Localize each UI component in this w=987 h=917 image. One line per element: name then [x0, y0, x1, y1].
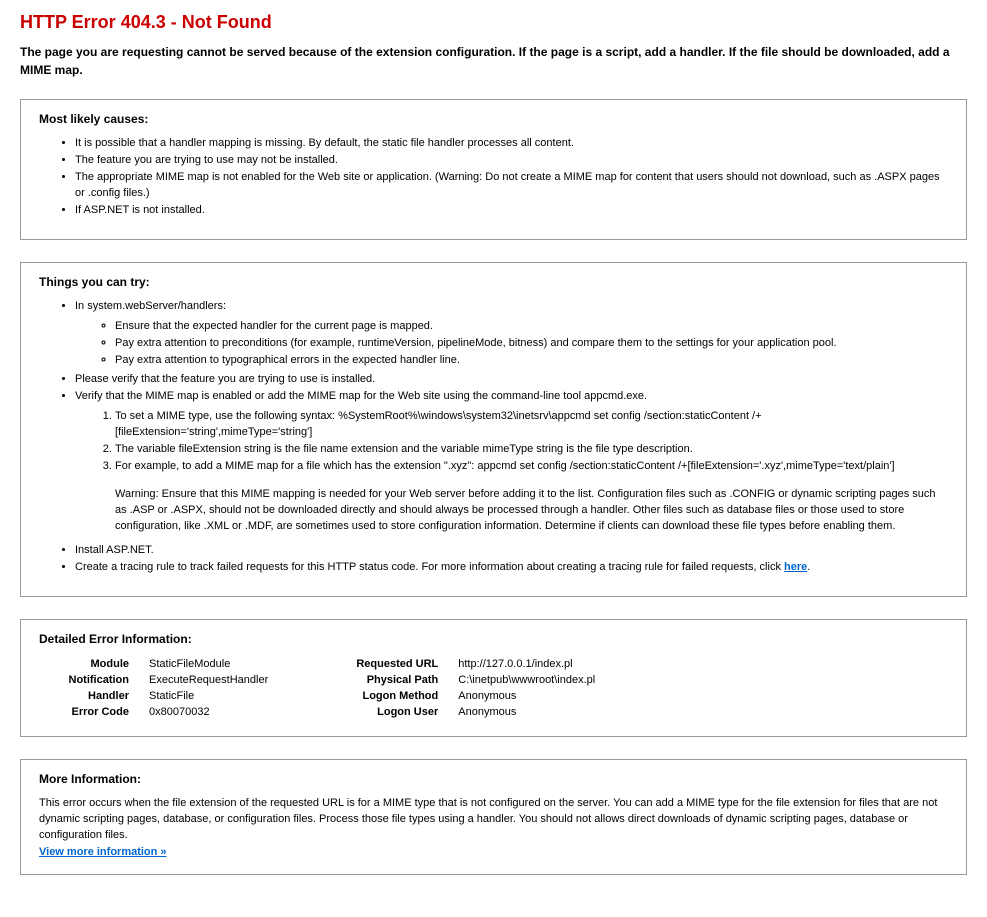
more-info-box: More Information: This error occurs when…: [20, 759, 967, 875]
detail-row: Module StaticFileModule: [39, 656, 268, 672]
try-subitem: Ensure that the expected handler for the…: [115, 319, 948, 335]
cause-item: If ASP.NET is not installed.: [75, 203, 948, 219]
details-left-column: Module StaticFileModule Notification Exe…: [39, 656, 268, 720]
detail-value: StaticFile: [149, 688, 268, 704]
try-ol-item: For example, to add a MIME map for a fil…: [115, 459, 948, 475]
tracing-link[interactable]: here: [784, 561, 807, 573]
detail-label: Module: [39, 656, 149, 672]
error-subtitle: The page you are requesting cannot be se…: [20, 43, 967, 79]
detail-value: http://127.0.0.1/index.pl: [458, 656, 595, 672]
details-right-column: Requested URL http://127.0.0.1/index.pl …: [308, 656, 595, 720]
detail-row: Logon User Anonymous: [308, 704, 595, 720]
try-ol-item: To set a MIME type, use the following sy…: [115, 409, 948, 441]
detail-row: Error Code 0x80070032: [39, 704, 268, 720]
detail-label: Physical Path: [308, 672, 458, 688]
detail-value: StaticFileModule: [149, 656, 268, 672]
causes-box: Most likely causes: It is possible that …: [20, 99, 967, 240]
details-box: Detailed Error Information: Module Stati…: [20, 619, 967, 737]
detail-row: Notification ExecuteRequestHandler: [39, 672, 268, 688]
detail-label: Logon User: [308, 704, 458, 720]
try-ol-item: The variable fileExtension string is the…: [115, 442, 948, 458]
more-info-link[interactable]: View more information »: [39, 846, 167, 858]
try-warning: Warning: Ensure that this MIME mapping i…: [115, 487, 948, 535]
detail-row: Physical Path C:\inetpub\wwwroot\index.p…: [308, 672, 595, 688]
detail-value: 0x80070032: [149, 704, 268, 720]
detail-row: Requested URL http://127.0.0.1/index.pl: [308, 656, 595, 672]
cause-item: It is possible that a handler mapping is…: [75, 136, 948, 152]
detail-label: Error Code: [39, 704, 149, 720]
try-item-text: Verify that the MIME map is enabled or a…: [75, 390, 647, 402]
detail-label: Notification: [39, 672, 149, 688]
cause-item: The feature you are trying to use may no…: [75, 153, 948, 169]
more-info-text: This error occurs when the file extensio…: [39, 796, 948, 844]
detail-row: Logon Method Anonymous: [308, 688, 595, 704]
details-heading: Detailed Error Information:: [39, 632, 948, 646]
try-item-text: In system.webServer/handlers:: [75, 300, 226, 312]
try-item: Please verify that the feature you are t…: [75, 372, 948, 388]
try-item: In system.webServer/handlers: Ensure tha…: [75, 299, 948, 369]
detail-label: Logon Method: [308, 688, 458, 704]
cause-item: The appropriate MIME map is not enabled …: [75, 170, 948, 202]
try-item: Verify that the MIME map is enabled or a…: [75, 389, 948, 535]
try-box: Things you can try: In system.webServer/…: [20, 262, 967, 597]
tracing-text: Create a tracing rule to track failed re…: [75, 561, 784, 573]
detail-value: C:\inetpub\wwwroot\index.pl: [458, 672, 595, 688]
causes-heading: Most likely causes:: [39, 112, 948, 126]
detail-row: Handler StaticFile: [39, 688, 268, 704]
detail-label: Requested URL: [308, 656, 458, 672]
try-item: Create a tracing rule to track failed re…: [75, 560, 948, 576]
tracing-post: .: [807, 561, 810, 573]
more-info-heading: More Information:: [39, 772, 948, 786]
detail-value: Anonymous: [458, 688, 595, 704]
detail-value: ExecuteRequestHandler: [149, 672, 268, 688]
error-title: HTTP Error 404.3 - Not Found: [20, 12, 967, 33]
try-subitem: Pay extra attention to typographical err…: [115, 353, 948, 369]
try-heading: Things you can try:: [39, 275, 948, 289]
detail-label: Handler: [39, 688, 149, 704]
detail-value: Anonymous: [458, 704, 595, 720]
try-subitem: Pay extra attention to preconditions (fo…: [115, 336, 948, 352]
try-item: Install ASP.NET.: [75, 543, 948, 559]
